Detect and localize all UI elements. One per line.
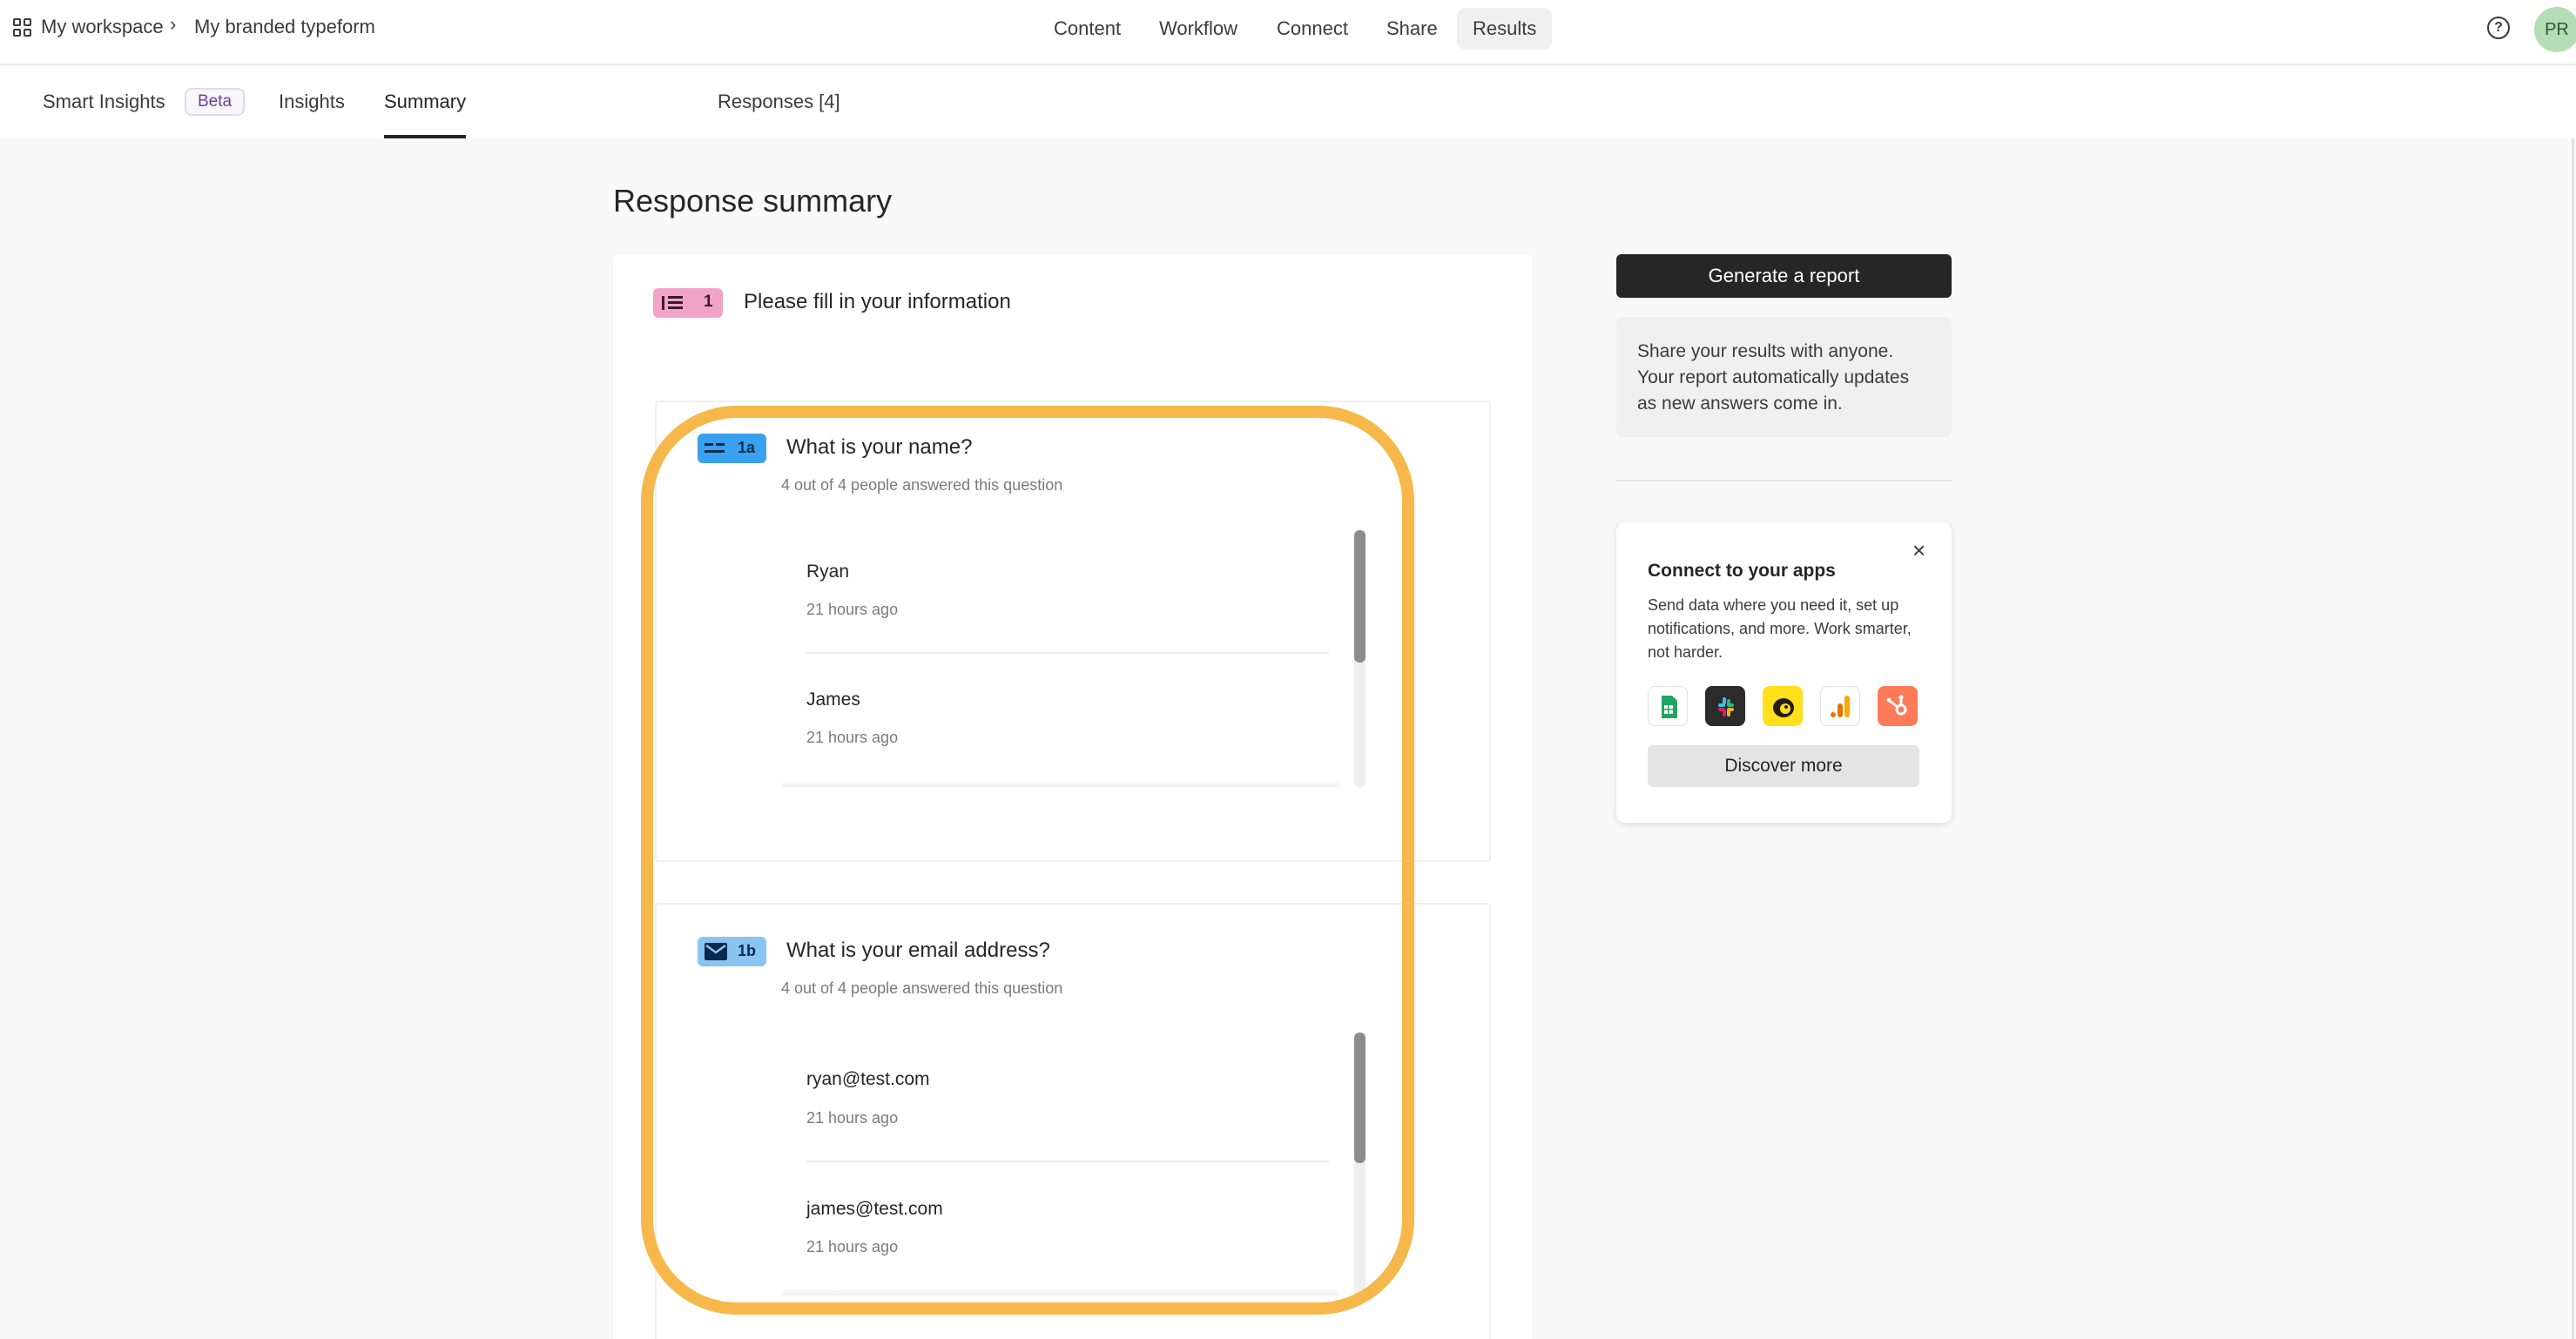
question-answer-count: 4 out of 4 people answered this question	[781, 979, 1063, 997]
question-title: What is your email address?	[786, 939, 1050, 962]
question-card-email	[655, 903, 1491, 1339]
beta-badge: Beta	[185, 88, 246, 116]
question-badge-1b: 1b	[698, 937, 766, 966]
tab-summary[interactable]: Summary	[384, 91, 466, 113]
slack-icon[interactable]	[1705, 686, 1745, 726]
connect-description: Send data where you need it, set up noti…	[1648, 596, 1912, 661]
nav-results[interactable]: Results	[1457, 8, 1553, 50]
question-group-number: 1	[704, 293, 713, 311]
answer-value: ryan@test.com	[806, 1069, 930, 1089]
envelope-icon	[705, 943, 727, 960]
answer-list-edge	[782, 780, 1339, 787]
question-number: 1a	[738, 439, 756, 456]
short-text-icon	[705, 443, 725, 453]
page-title: Response summary	[613, 183, 893, 219]
answers-scroll-thumb[interactable]	[1354, 1033, 1366, 1163]
connect-title: Connect to your apps	[1648, 561, 1836, 581]
sub-nav: Smart Insights Beta Insights Summary Res…	[0, 67, 2576, 138]
grid-icon[interactable]	[13, 18, 32, 37]
question-group-badge: 1	[653, 288, 723, 318]
question-badge-1a: 1a	[698, 434, 766, 463]
answer-value: Ryan	[806, 562, 850, 582]
hubspot-icon[interactable]	[1878, 686, 1918, 726]
share-info-box: Share your results with anyone. Your rep…	[1616, 317, 1952, 437]
answer-divider	[806, 1161, 1329, 1162]
question-title: What is your name?	[786, 435, 973, 459]
question-card-name	[655, 400, 1491, 862]
breadcrumb-workspace[interactable]: My workspace	[41, 16, 164, 38]
question-group-icon	[662, 296, 683, 310]
breadcrumb-form[interactable]: My branded typeform	[194, 16, 375, 38]
question-number: 1b	[738, 942, 757, 959]
answer-time: 21 hours ago	[806, 601, 899, 618]
answer-value: James	[806, 690, 860, 710]
breadcrumb-separator: ›	[170, 13, 177, 35]
google-analytics-icon[interactable]	[1820, 686, 1860, 726]
google-sheets-icon[interactable]	[1648, 686, 1688, 726]
answer-time: 21 hours ago	[806, 1238, 899, 1255]
answer-time: 21 hours ago	[806, 1109, 899, 1127]
nav-content[interactable]: Content	[1038, 8, 1136, 50]
help-icon[interactable]: ?	[2487, 17, 2510, 39]
nav-connect[interactable]: Connect	[1261, 8, 1364, 50]
sidebar-divider	[1616, 480, 1952, 481]
nav-workflow[interactable]: Workflow	[1143, 8, 1253, 50]
question-group-title: Please fill in your information	[744, 290, 1011, 313]
tab-insights[interactable]: Insights	[279, 91, 345, 113]
tab-smart-insights[interactable]: Smart Insights	[43, 91, 165, 113]
top-bar: My workspace › My branded typeform Conte…	[0, 0, 2576, 65]
nav-share[interactable]: Share	[1371, 8, 1453, 50]
answer-divider	[806, 652, 1329, 654]
page-scrollbar[interactable]	[2572, 138, 2574, 1339]
close-icon[interactable]: ×	[1912, 537, 1925, 563]
answers-scroll-thumb[interactable]	[1354, 530, 1366, 663]
answer-list-edge	[782, 1289, 1339, 1295]
discover-more-button[interactable]: Discover more	[1648, 745, 1919, 787]
generate-report-button[interactable]: Generate a report	[1616, 254, 1952, 298]
mailchimp-icon[interactable]	[1763, 686, 1803, 726]
active-tab-indicator	[384, 135, 466, 138]
avatar[interactable]: PR	[2534, 7, 2576, 52]
question-answer-count: 4 out of 4 people answered this question	[781, 476, 1063, 494]
answer-time: 21 hours ago	[806, 729, 899, 746]
answer-value: james@test.com	[806, 1199, 943, 1219]
tab-responses[interactable]: Responses [4]	[718, 91, 840, 113]
